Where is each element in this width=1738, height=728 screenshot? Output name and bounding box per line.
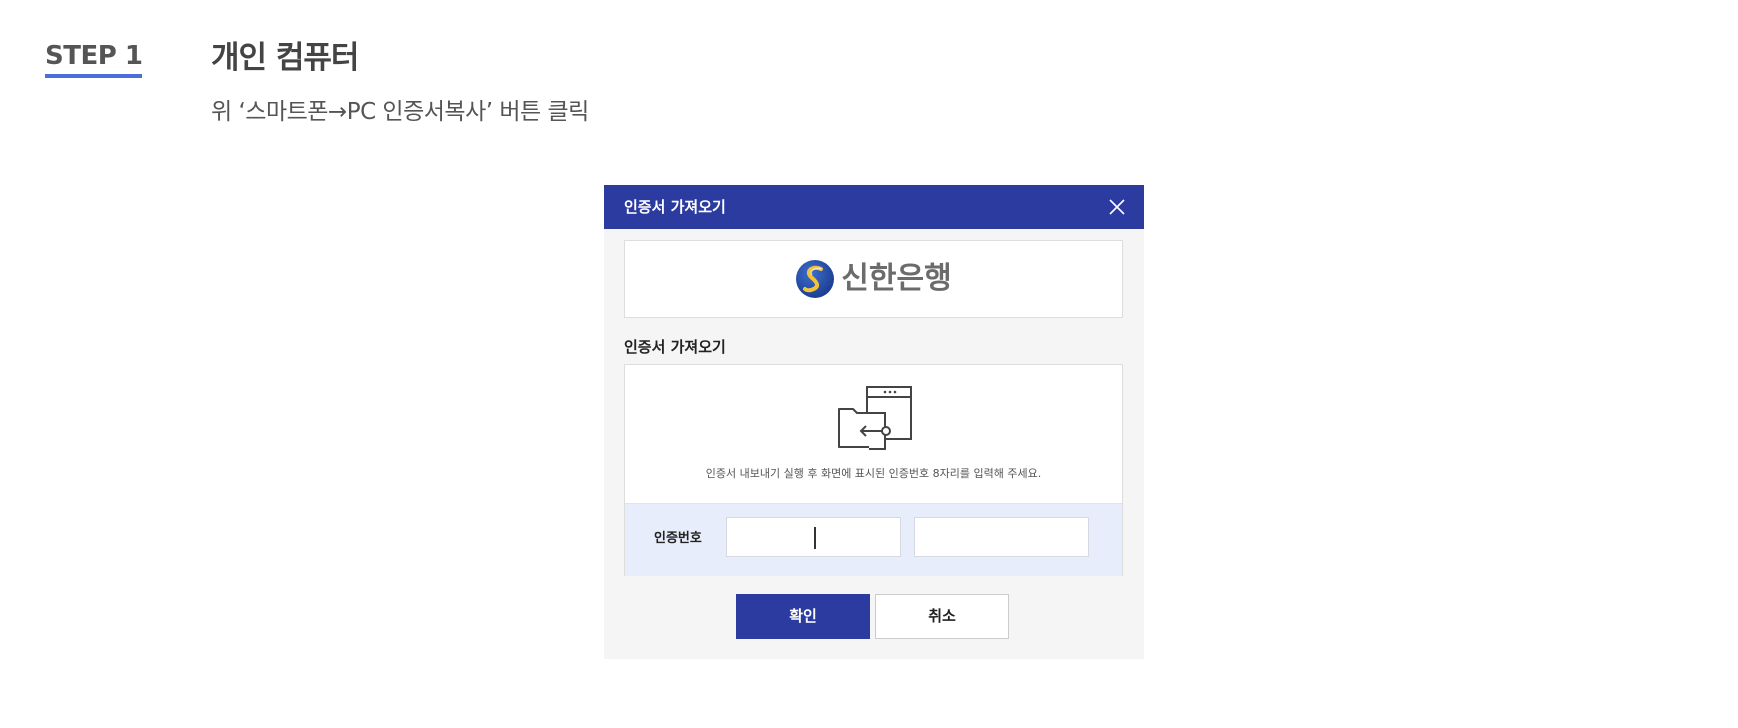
shinhan-emblem-icon	[795, 259, 835, 299]
section-title: 인증서 가져오기	[624, 338, 726, 356]
bank-logo: 신한은행	[625, 256, 1122, 302]
step-title: 개인 컴퓨터	[211, 40, 359, 76]
close-icon[interactable]	[1106, 196, 1128, 218]
code-label: 인증번호	[654, 531, 702, 546]
confirm-button[interactable]: 확인	[736, 594, 870, 639]
bank-logo-text: 신한은행	[841, 261, 952, 296]
certificate-import-dialog: 인증서 가져오기 신한은행 인증서 가져오기 인증서 내보내기 실행 후 화면에…	[604, 185, 1144, 659]
bank-logo-box: 신한은행	[624, 240, 1123, 318]
dialog-header: 인증서 가져오기	[604, 185, 1144, 229]
code-input-second[interactable]	[914, 517, 1089, 557]
step-label: STEP 1	[45, 40, 143, 78]
cancel-button[interactable]: 취소	[875, 594, 1009, 639]
instruction-text: 인증서 내보내기 실행 후 화면에 표시된 인증번호 8자리를 입력해 주세요.	[705, 467, 1042, 480]
code-input-first[interactable]	[726, 517, 901, 557]
dialog-title: 인증서 가져오기	[624, 198, 726, 216]
text-caret	[814, 527, 816, 549]
certificate-import-icon	[837, 385, 913, 455]
step-description: 위 ‘스마트폰→PC 인증서복사’ 버튼 클릭	[211, 99, 589, 125]
import-content-box: 인증서 내보내기 실행 후 화면에 표시된 인증번호 8자리를 입력해 주세요.…	[624, 364, 1123, 576]
code-input-row: 인증번호	[625, 503, 1122, 576]
